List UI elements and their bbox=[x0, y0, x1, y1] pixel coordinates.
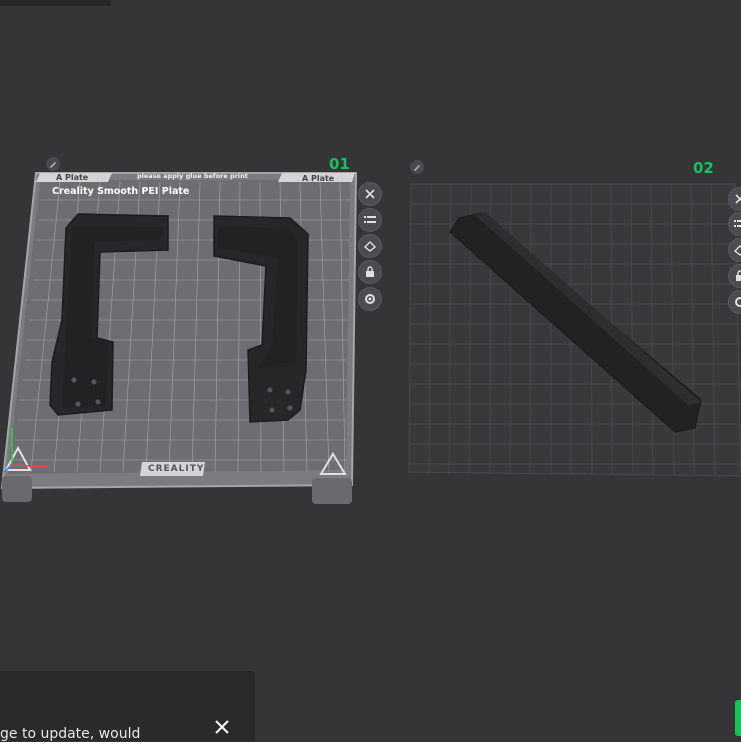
plate-1-lock-button[interactable] bbox=[358, 260, 382, 284]
plate-1-brand-logo: CREALITY bbox=[148, 464, 205, 474]
arrange-icon bbox=[734, 245, 741, 256]
plate-1-surface-name: Creality Smooth PEI Plate bbox=[52, 186, 190, 197]
close-icon bbox=[365, 189, 375, 199]
arrange-icon bbox=[364, 241, 376, 252]
plate-1-tab-right: A Plate bbox=[302, 174, 335, 183]
plate-1-edit-icon[interactable] bbox=[46, 157, 60, 171]
plate-1-settings-list-button[interactable] bbox=[358, 208, 382, 232]
plate-1-bed[interactable] bbox=[0, 170, 360, 510]
lock-icon bbox=[736, 270, 741, 281]
gear-icon bbox=[365, 294, 375, 304]
notification-close-button[interactable] bbox=[212, 717, 232, 737]
close-icon bbox=[735, 194, 741, 204]
lock-icon bbox=[366, 266, 374, 277]
plate-1-plate-settings-button[interactable] bbox=[358, 287, 382, 311]
plate-1-auto-arrange-button[interactable] bbox=[358, 234, 382, 258]
notification-text: ge to update, would bbox=[0, 726, 141, 742]
plate-2-number: 02 bbox=[693, 159, 714, 177]
update-notification: ge to update, would bbox=[0, 671, 255, 742]
plate-1-tab-left: A Plate bbox=[56, 173, 89, 182]
plate-2-edit-icon[interactable] bbox=[410, 160, 424, 174]
slice-button-edge[interactable] bbox=[735, 700, 741, 736]
gear-icon bbox=[735, 297, 741, 307]
list-icon bbox=[364, 216, 376, 223]
top-toolbar-edge bbox=[0, 0, 111, 6]
list-icon bbox=[734, 220, 741, 227]
plate-1-notice: please apply glue before print bbox=[137, 172, 248, 180]
close-icon bbox=[215, 720, 229, 734]
plate-2-bed[interactable] bbox=[405, 180, 741, 480]
plate-1-close-button[interactable] bbox=[358, 182, 382, 206]
